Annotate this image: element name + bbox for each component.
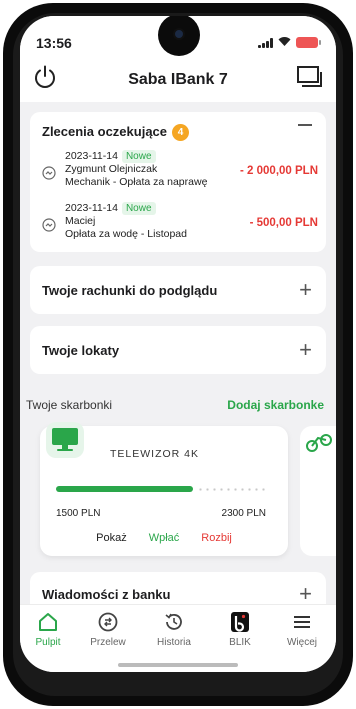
progress-fill	[56, 486, 193, 492]
blik-icon	[231, 612, 249, 632]
piggy-bank-card-next[interactable]	[300, 426, 336, 556]
collapse-icon[interactable]	[298, 124, 312, 126]
status-icons	[258, 36, 321, 49]
nav-label: BLIK	[229, 637, 251, 648]
menu-icon	[294, 616, 310, 628]
chat-icon	[297, 66, 322, 87]
deposits-title: Twoje lokaty	[42, 343, 120, 358]
pending-orders-card: Zlecenia oczekujące 4 2023-11-14 Nowe Zygm…	[30, 112, 326, 252]
break-button[interactable]: Rozbij	[201, 532, 232, 544]
order-date: 2023-11-14	[65, 202, 118, 214]
status-time: 13:56	[36, 35, 72, 51]
order-text: 2023-11-14 Nowe Zygmunt Olejniczak Mechan…	[65, 150, 207, 189]
order-recipient: Maciej	[65, 215, 96, 227]
recurring-icon	[42, 218, 56, 232]
home-indicator[interactable]	[118, 663, 238, 667]
app-header: Saba IBank 7	[20, 60, 336, 102]
pending-orders-label: Zlecenia oczekujące	[42, 124, 168, 139]
transfer-icon	[98, 612, 118, 632]
bike-icon	[306, 434, 332, 452]
wifi-icon	[278, 36, 291, 49]
order-description: Opłata za wodę - Listopad	[65, 228, 187, 240]
expand-icon[interactable]: +	[299, 279, 312, 301]
piggy-actions: Pokaż Wpłać Rozbij	[40, 532, 288, 544]
bottom-navigation: Pulpit Przelew Historia BLIK Więcej	[20, 604, 336, 672]
pending-count-badge: 4	[172, 124, 190, 141]
new-tag: Nowe	[121, 150, 156, 163]
page-title: Saba IBank 7	[128, 71, 228, 88]
piggy-target-amount: 2300 PLN	[221, 508, 266, 519]
new-tag: Nowe	[121, 202, 156, 215]
order-text: 2023-11-14 Nowe Maciej Opłata za wodę - L…	[65, 202, 187, 241]
pending-orders-title: Zlecenia oczekujące 4	[42, 124, 190, 141]
signal-icon	[258, 37, 273, 48]
history-icon	[165, 613, 182, 630]
list-item[interactable]: 2023-11-14 Nowe Maciej Opłata za wodę - L…	[42, 202, 318, 244]
nav-label: Pulpit	[35, 637, 61, 648]
accounts-preview-card[interactable]: Twoje rachunki do podglądu +	[30, 266, 326, 314]
show-button[interactable]: Pokaż	[96, 532, 127, 544]
nav-label: Przelew	[90, 637, 126, 648]
deposit-button[interactable]: Wpłać	[149, 532, 180, 544]
progress-remaining	[196, 488, 266, 491]
piggy-bank-card[interactable]: TELEWIZOR 4K 1500 PLN 2300 PLN Pokaż Wpł…	[40, 422, 288, 556]
expand-icon[interactable]: +	[299, 339, 312, 361]
recurring-icon	[42, 166, 56, 180]
add-piggy-bank-button[interactable]: Dodaj skarbonke	[227, 398, 324, 412]
front-camera	[158, 16, 200, 56]
bank-messages-title: Wiadomości z banku	[42, 587, 171, 602]
nav-item-pulpit[interactable]: Pulpit	[20, 611, 78, 648]
nav-label: Historia	[157, 637, 191, 648]
deposits-card[interactable]: Twoje lokaty +	[30, 326, 326, 374]
piggy-banks-label: Twoje skarbonki	[26, 398, 113, 412]
nav-item-przelew[interactable]: Przelew	[78, 611, 138, 648]
list-item[interactable]: 2023-11-14 Nowe Zygmunt Olejniczak Mechan…	[42, 150, 318, 192]
nav-item-blik[interactable]: BLIK	[210, 611, 270, 648]
accounts-preview-title: Twoje rachunki do podglądu	[42, 283, 218, 298]
order-description: Mechanik - Opłata za naprawę	[65, 176, 208, 188]
progress-bar	[56, 486, 266, 492]
order-amount: - 2 000,00 PLN	[240, 165, 318, 177]
expand-icon[interactable]: +	[299, 583, 312, 605]
order-recipient: Zygmunt Olejniczak	[65, 163, 158, 175]
tv-icon	[46, 422, 84, 458]
nav-item-historia[interactable]: Historia	[144, 611, 204, 648]
piggy-current-amount: 1500 PLN	[56, 508, 101, 519]
app-screen: 13:56 Saba IBank 7 Zlecenia oczekujące 4…	[20, 16, 336, 672]
home-icon	[39, 613, 57, 631]
piggy-bank-name: TELEWIZOR 4K	[110, 448, 200, 460]
order-amount: - 500,00 PLN	[249, 217, 318, 229]
nav-label: Więcej	[286, 637, 317, 648]
messages-button[interactable]	[296, 64, 324, 90]
nav-item-wiecej[interactable]: Więcej	[272, 611, 332, 648]
order-date: 2023-11-14	[65, 150, 118, 162]
battery-icon	[296, 37, 321, 48]
